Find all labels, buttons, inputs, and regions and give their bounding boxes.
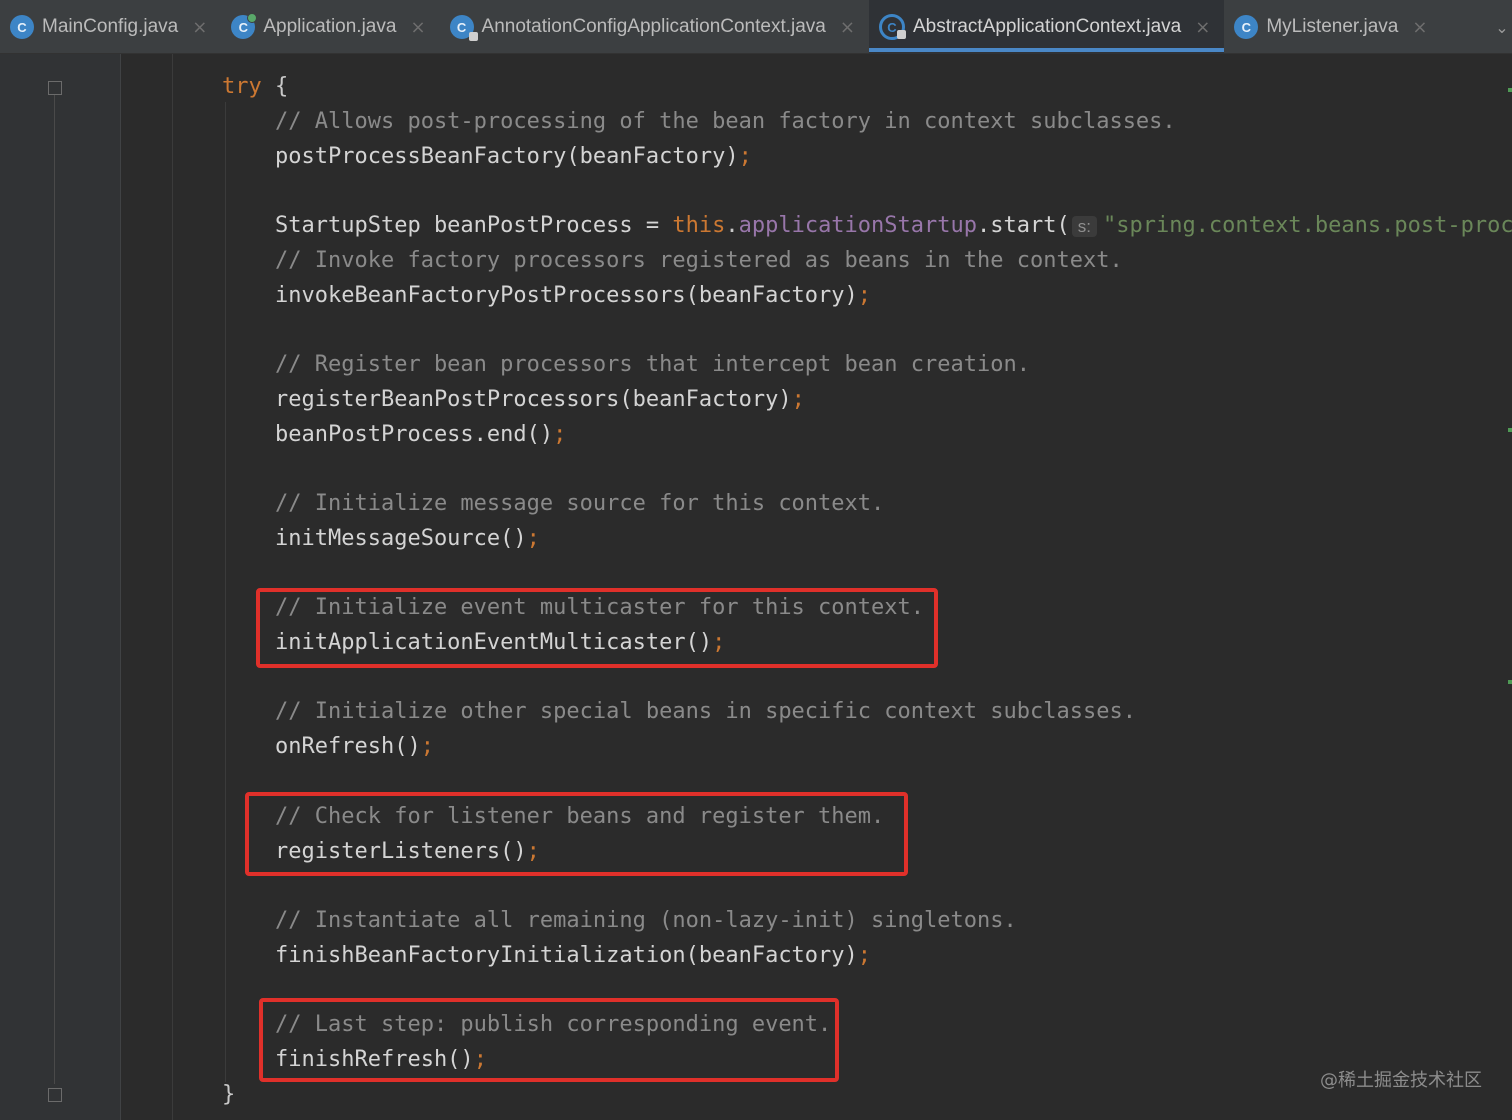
close-icon[interactable]: × <box>1195 17 1210 38</box>
comment-line: // Initialize message source for this co… <box>275 491 885 516</box>
code-line-onrefresh: onRefresh(); <box>275 730 434 764</box>
method-call: onRefresh() <box>275 734 421 759</box>
code-line-end: beanPostProcess.end(); <box>275 418 566 452</box>
method-call: beanPostProcess.end() <box>275 422 554 447</box>
keyword-try: try <box>222 74 262 99</box>
comment-line: // Initialize other special beans in spe… <box>275 699 1136 724</box>
method-call: invokeBeanFactoryPostProcessors(beanFact… <box>275 283 858 308</box>
semicolon: ; <box>420 734 434 759</box>
code-line-try: try { <box>222 70 288 104</box>
comment-line: // Instantiate all remaining (non-lazy-i… <box>275 908 1017 933</box>
open-brace: { <box>261 74 289 99</box>
change-marker <box>1508 428 1512 432</box>
method-call: .start( <box>977 213 1070 238</box>
close-icon[interactable]: × <box>840 17 855 38</box>
runnable-class-icon: C <box>231 13 258 39</box>
tab-mainconfig[interactable]: C MainConfig.java × <box>0 0 221 54</box>
comment-line: // Invoke factory processors registered … <box>275 248 1123 273</box>
declaration: StartupStep beanPostProcess = <box>275 213 673 238</box>
locked-class-icon: C <box>449 15 478 41</box>
indent-guide <box>172 54 173 1120</box>
lock-icon <box>468 32 478 41</box>
close-icon[interactable]: × <box>192 17 207 38</box>
fold-close-icon[interactable] <box>48 1088 62 1102</box>
method-call: initMessageSource() <box>275 526 527 551</box>
tab-label: AnnotationConfigApplicationContext.java <box>481 16 826 37</box>
line-gutter[interactable] <box>0 54 120 1120</box>
tab-annotationconfigapplicationcontext[interactable]: C AnnotationConfigApplicationContext.jav… <box>440 0 869 54</box>
class-icon: C <box>1234 15 1259 39</box>
class-letter: C <box>456 19 467 35</box>
dot: . <box>725 213 739 238</box>
close-brace: } <box>222 1082 236 1107</box>
tab-application[interactable]: C Application.java × <box>221 0 439 54</box>
tab-abstractapplicationcontext[interactable]: C AbstractApplicationContext.java × <box>868 0 1225 54</box>
code-line-invoke: invokeBeanFactoryPostProcessors(beanFact… <box>275 279 871 313</box>
semicolon: ; <box>857 283 872 308</box>
tab-label: Application.java <box>263 16 397 37</box>
method-call: postProcessBeanFactory(beanFactory) <box>275 144 739 169</box>
method-call: finishBeanFactoryInitialization(beanFact… <box>275 943 858 968</box>
change-marker <box>1508 88 1512 92</box>
gutter-divider <box>120 54 121 1120</box>
watermark: @稀土掘金技术社区 <box>1320 1070 1482 1091</box>
highlight-box-multicaster <box>256 588 938 668</box>
fold-guide <box>54 94 55 1084</box>
editor-tab-bar: C MainConfig.java × C Application.java ×… <box>0 0 1512 54</box>
highlight-box-finishrefresh <box>259 998 839 1082</box>
string-literal: "spring.context.beans.post-process"); <box>1102 213 1512 238</box>
close-icon[interactable]: × <box>1412 17 1427 38</box>
close-icon[interactable]: × <box>410 17 425 38</box>
abstract-class-icon: C <box>878 14 906 40</box>
parameter-hint: s: <box>1071 216 1097 237</box>
method-call: registerBeanPostProcessors(beanFactory) <box>275 387 792 412</box>
tab-label: AbstractApplicationContext.java <box>912 16 1182 37</box>
indent-guide <box>225 102 226 1082</box>
class-letter: C <box>887 19 897 35</box>
field-reference: applicationStartup <box>738 213 978 238</box>
lock-icon <box>896 30 906 39</box>
fold-open-icon[interactable] <box>48 81 62 95</box>
code-editor[interactable]: try { // Allows post-processing of the b… <box>0 54 1512 1120</box>
semicolon: ; <box>526 526 540 551</box>
semicolon: ; <box>791 387 805 412</box>
keyword-this: this <box>672 213 726 238</box>
tab-mylistener[interactable]: C MyListener.java × <box>1224 0 1441 54</box>
semicolon: ; <box>738 144 752 169</box>
change-marker <box>1508 680 1512 684</box>
code-line-postprocess: postProcessBeanFactory(beanFactory); <box>275 140 752 174</box>
code-line-register: registerBeanPostProcessors(beanFactory); <box>275 383 805 417</box>
comment-line: // Register bean processors that interce… <box>275 352 1030 377</box>
tab-label: MainConfig.java <box>42 16 179 37</box>
semicolon: ; <box>857 943 872 968</box>
class-icon: C <box>10 15 34 39</box>
code-line-finishbean: finishBeanFactoryInitialization(beanFact… <box>275 939 871 973</box>
semicolon: ; <box>553 422 567 447</box>
highlight-box-listeners <box>245 792 908 876</box>
code-line-startup-step: StartupStep beanPostProcess = this.appli… <box>275 209 1512 243</box>
run-badge-icon <box>247 13 258 23</box>
tab-overflow-chevron-icon[interactable]: ⌄ <box>1492 0 1512 54</box>
tab-label: MyListener.java <box>1266 16 1399 37</box>
class-letter: C <box>238 19 249 35</box>
comment-line: // Allows post-processing of the bean fa… <box>275 109 1176 134</box>
code-line-message: initMessageSource(); <box>275 522 540 556</box>
